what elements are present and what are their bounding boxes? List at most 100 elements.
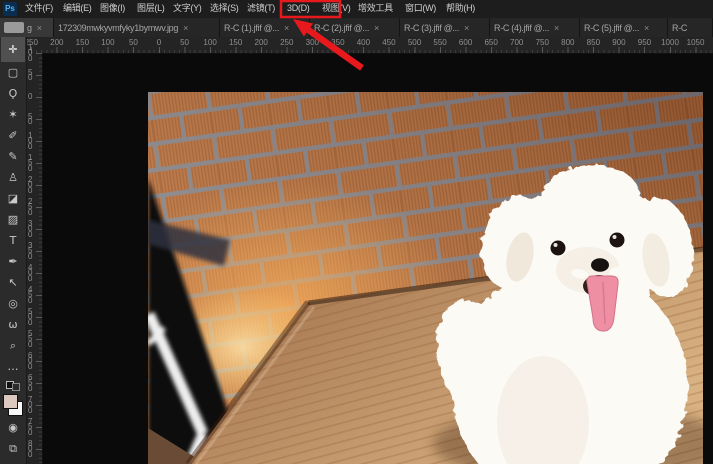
foreground-color-swatch[interactable] (3, 394, 18, 409)
v-ruler-label: 100 (28, 45, 32, 62)
tab-close-icon[interactable]: × (284, 23, 289, 33)
tab-close-icon[interactable]: × (464, 23, 469, 33)
h-ruler-label: 150 (229, 38, 242, 47)
v-ruler-label: 450 (28, 287, 32, 304)
more-options-icon: … (8, 361, 19, 372)
path-selection-tool-icon: ↖ (8, 277, 17, 288)
shape-tool-icon: ◎ (8, 298, 18, 309)
h-ruler-label: 450 (382, 38, 395, 47)
tab-close-icon[interactable]: × (374, 23, 379, 33)
v-ruler-label: 50 (28, 114, 32, 125)
more-options[interactable]: … (1, 356, 25, 377)
move-tool-icon: ✛ (8, 44, 17, 55)
h-ruler-label: 750 (536, 38, 549, 47)
tab-thumbnail (4, 22, 24, 33)
document-image[interactable] (148, 92, 703, 464)
document-tab-5[interactable]: R-C (4).jfif @... × (490, 18, 580, 37)
menu-item-4[interactable]: 文字(Y) (173, 0, 202, 18)
document-tab-4[interactable]: R-C (3).jfif @... × (400, 18, 490, 37)
tab-close-icon[interactable]: × (554, 23, 559, 33)
tools-bottom-group: ◉⧉ (1, 417, 25, 459)
tab-label: R-C (2).jfif @... (314, 23, 369, 33)
tab-label: 172309mwkyvmfyky1bymwv.jpg (58, 23, 178, 33)
h-ruler-label: 500 (408, 38, 421, 47)
quick-mask-mode[interactable]: ◉ (1, 417, 25, 438)
h-ruler-label: 850 (587, 38, 600, 47)
menu-item-8[interactable]: 视图(V) (322, 0, 351, 18)
document-tab-0[interactable]: g× (0, 18, 54, 37)
menu-item-5[interactable]: 选择(S) (210, 0, 239, 18)
v-ruler-label: 50 (28, 70, 32, 81)
v-ruler-label: 350 (28, 243, 32, 260)
menu-item-6[interactable]: 滤镜(T) (247, 0, 275, 18)
type-tool[interactable]: T (1, 230, 25, 251)
horizontal-ruler[interactable]: 2502001501005005010015020025030035040045… (26, 37, 713, 54)
default-colors-icon[interactable] (6, 381, 20, 391)
path-selection-tool[interactable]: ↖ (1, 272, 25, 293)
brush-tool[interactable]: ✎ (1, 146, 25, 167)
vertical-ruler[interactable]: 1005005010015020025030035040045050055060… (26, 53, 43, 464)
menu-item-2[interactable]: 图像(I) (100, 0, 125, 18)
document-tab-3[interactable]: R-C (2).jfif @... × (310, 18, 400, 37)
menu-item-1[interactable]: 编辑(E) (63, 0, 92, 18)
hand-tool[interactable]: ω (1, 314, 25, 335)
menu-item-3[interactable]: 图层(L) (137, 0, 165, 18)
tab-label: R-C (3).jfif @... (404, 23, 459, 33)
tab-label: R-C (672, 23, 687, 33)
h-ruler-label: 350 (331, 38, 344, 47)
zoom-tool[interactable]: ⌕ (1, 335, 25, 356)
eraser-tool[interactable]: ◪ (1, 188, 25, 209)
h-ruler-label: 950 (638, 38, 651, 47)
h-ruler-label: 900 (612, 38, 625, 47)
lasso-tool[interactable]: Ϙ (1, 83, 25, 104)
screen-mode[interactable]: ⧉ (1, 438, 25, 459)
rectangular-marquee-tool[interactable]: ▢ (1, 62, 25, 83)
tab-label: R-C (4).jfif @... (494, 23, 549, 33)
pen-tool[interactable]: ✒ (1, 251, 25, 272)
h-ruler-label: 100 (203, 38, 216, 47)
move-tool[interactable]: ✛ (1, 37, 25, 62)
tab-close-icon[interactable]: × (183, 23, 188, 33)
v-ruler-label: 550 (28, 331, 32, 348)
clone-stamp-tool-icon: ♙ (8, 172, 18, 183)
h-ruler-label: 50 (180, 38, 189, 47)
h-ruler-label: 800 (561, 38, 574, 47)
gradient-tool-icon: ▨ (8, 214, 18, 225)
document-tab-7[interactable]: R-C (668, 18, 713, 37)
menu-item-11[interactable]: 帮助(H) (446, 0, 475, 18)
h-ruler-label: 700 (510, 38, 523, 47)
screen-mode-icon: ⧉ (9, 443, 17, 454)
shape-tool[interactable]: ◎ (1, 293, 25, 314)
h-ruler-label: 50 (129, 38, 138, 47)
magic-wand-tool-icon: ✶ (8, 109, 17, 120)
photoshop-window: Ps 文件(F)编辑(E)图像(I)图层(L)文字(Y)选择(S)滤镜(T)3D… (0, 0, 713, 464)
menu-item-9[interactable]: 增效工具 (358, 0, 393, 18)
eyedropper-tool-icon: ✐ (8, 130, 17, 141)
gradient-tool[interactable]: ▨ (1, 209, 25, 230)
tools-top-group: ✛ ▢Ϙ ✶ ✐ ✎ ♙ ◪ ▨ T✒ ↖ ◎ ω ⌕ … (1, 37, 25, 377)
menu-item-0[interactable]: 文件(F) (25, 0, 53, 18)
document-tab-1[interactable]: 172309mwkyvmfyky1bymwv.jpg × (54, 18, 220, 37)
v-ruler-label: 700 (28, 397, 32, 414)
document-tab-2[interactable]: R-C (1).jfif @...× (220, 18, 310, 37)
zoom-tool-icon: ⌕ (10, 340, 16, 351)
v-ruler-label: 650 (28, 375, 32, 392)
clone-stamp-tool[interactable]: ♙ (1, 167, 25, 188)
v-ruler-label: 150 (28, 155, 32, 172)
magic-wand-tool[interactable]: ✶ (1, 104, 25, 125)
v-ruler-label: 250 (28, 199, 32, 216)
document-tab-6[interactable]: R-C (5).jfif @...× (580, 18, 668, 37)
eyedropper-tool[interactable]: ✐ (1, 125, 25, 146)
v-ruler-label: 600 (28, 353, 32, 370)
menu-item-3d[interactable]: 3D(D) (287, 0, 310, 18)
menu-item-10[interactable]: 窗口(W) (405, 0, 436, 18)
v-ruler-label: 100 (28, 133, 32, 150)
tools-panel: ✛▢Ϙ✶✐✎♙◪▨T✒↖◎ω⌕… ◉⧉ (0, 37, 27, 464)
v-ruler-label: 200 (28, 177, 32, 194)
v-ruler-label: 800 (28, 441, 32, 458)
tab-close-icon[interactable]: × (644, 23, 649, 33)
quick-mask-mode-icon: ◉ (8, 422, 18, 433)
tab-close-icon[interactable]: × (37, 23, 42, 33)
color-swatches[interactable] (3, 394, 23, 416)
h-ruler-label: 300 (306, 38, 319, 47)
